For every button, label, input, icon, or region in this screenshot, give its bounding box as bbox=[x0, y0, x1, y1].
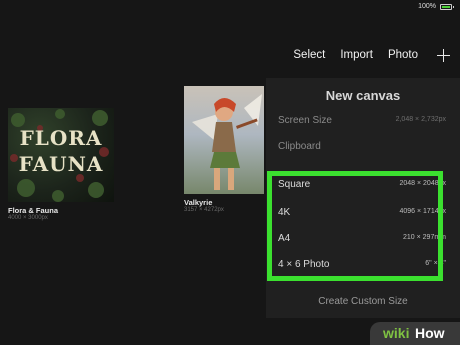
gallery-toolbar: Select Import Photo bbox=[278, 47, 450, 63]
watermark-logo: wiki How bbox=[370, 322, 460, 345]
canvas-option-size: 2,048 × 2,732px bbox=[395, 116, 446, 123]
watermark-text-part1: wiki bbox=[383, 325, 410, 341]
new-canvas-title: New canvas bbox=[325, 88, 401, 103]
valkyrie-figure-icon bbox=[192, 94, 262, 190]
create-custom-size-button[interactable]: Create Custom Size bbox=[266, 296, 460, 307]
status-bar: 100% bbox=[0, 0, 460, 14]
import-button[interactable]: Import bbox=[340, 49, 373, 61]
battery-percentage: 100% bbox=[418, 3, 436, 10]
artwork-title: Flora & Fauna bbox=[8, 206, 59, 215]
photo-button[interactable]: Photo bbox=[388, 49, 418, 61]
artwork-thumbnail[interactable]: FLORA FAUNA bbox=[8, 108, 114, 202]
battery-icon bbox=[440, 4, 454, 10]
highlight-box bbox=[267, 171, 443, 281]
canvas-option-clipboard[interactable]: Clipboard bbox=[278, 138, 446, 154]
watermark-text-part2: How bbox=[415, 325, 445, 341]
artwork-text-line-1: FLORA bbox=[19, 126, 103, 150]
artwork-thumbnail[interactable] bbox=[184, 86, 264, 194]
canvas-option-label: Clipboard bbox=[278, 141, 321, 152]
artwork-card-flora-fauna[interactable]: FLORA FAUNA Flora & Fauna 4000 × 3000px bbox=[8, 108, 118, 228]
plus-icon[interactable] bbox=[437, 48, 450, 62]
artwork-text-line-2: FAUNA bbox=[18, 152, 104, 176]
canvas-option-screen-size[interactable]: Screen Size 2,048 × 2,732px bbox=[278, 112, 446, 128]
artwork-title: Valkyrie bbox=[184, 198, 213, 207]
artwork-dimensions: 4000 × 3000px bbox=[8, 215, 48, 221]
select-button[interactable]: Select bbox=[293, 49, 325, 61]
canvas-option-label: Screen Size bbox=[278, 115, 332, 126]
artwork-dimensions: 3157 × 4272px bbox=[184, 207, 224, 213]
